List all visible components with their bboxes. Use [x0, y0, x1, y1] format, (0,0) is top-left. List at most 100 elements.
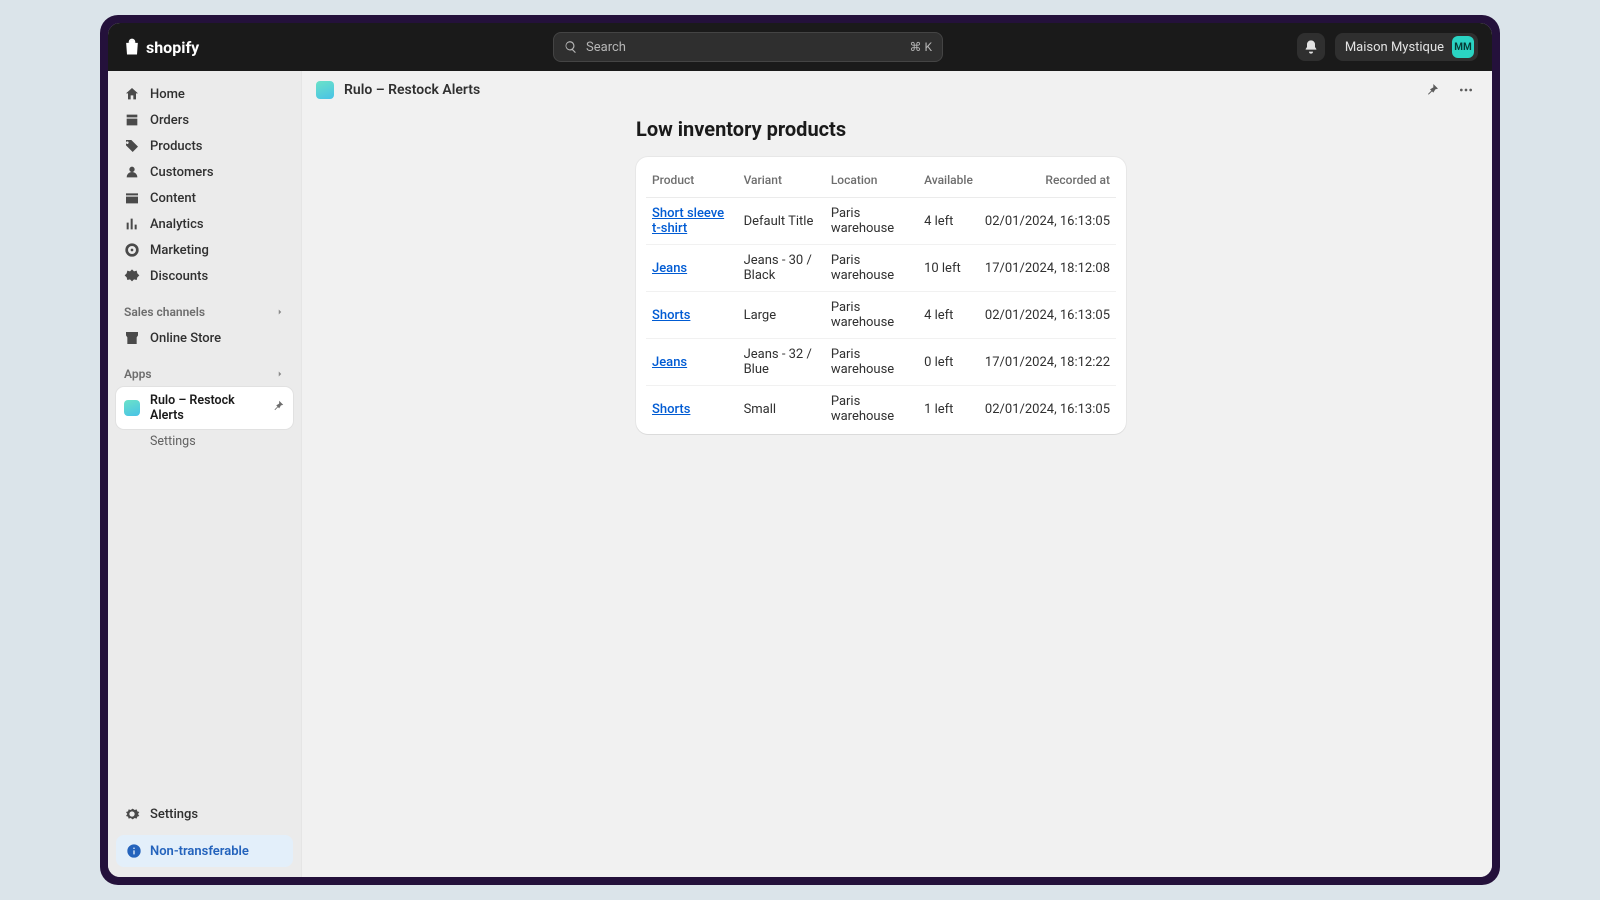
more-horizontal-icon	[1458, 82, 1474, 98]
sidebar-item-customers[interactable]: Customers	[116, 159, 293, 185]
section-label: Apps	[124, 367, 152, 381]
sales-channels-header[interactable]: Sales channels	[116, 299, 293, 325]
product-link[interactable]: Shorts	[652, 308, 690, 323]
cell-recorded: 02/01/2024, 16:13:05	[979, 198, 1116, 245]
page-header: Rulo – Restock Alerts	[302, 75, 1492, 105]
analytics-icon	[124, 216, 140, 232]
tag-icon	[124, 138, 140, 154]
product-link[interactable]: Jeans	[652, 355, 687, 370]
pin-icon	[1424, 82, 1440, 98]
brand-name: shopify	[146, 38, 199, 57]
table-row: Jeans Jeans - 30 / BlackParis warehouse10…	[646, 245, 1116, 292]
table-row: Shorts SmallParis warehouse1 left02/01/20…	[646, 386, 1116, 433]
sidebar-item-online-store[interactable]: Online Store	[116, 325, 293, 351]
search-icon	[564, 40, 578, 54]
cell-location: Paris warehouse	[825, 245, 918, 292]
col-product: Product	[646, 163, 738, 198]
sidebar-item-label: Settings	[150, 434, 196, 449]
search-placeholder: Search	[586, 40, 901, 55]
chevron-right-icon	[275, 307, 285, 317]
sidebar-item-label: Settings	[150, 807, 198, 822]
sidebar-item-label: Marketing	[150, 243, 209, 258]
notifications-button[interactable]	[1297, 33, 1325, 61]
cell-location: Paris warehouse	[825, 198, 918, 245]
sidebar-item-analytics[interactable]: Analytics	[116, 211, 293, 237]
chevron-right-icon	[275, 369, 285, 379]
col-variant: Variant	[738, 163, 825, 198]
cell-recorded: 17/01/2024, 18:12:08	[979, 245, 1116, 292]
avatar: MM	[1452, 36, 1474, 58]
brand-logo[interactable]: shopify	[122, 36, 199, 58]
more-actions-button[interactable]	[1454, 78, 1478, 102]
sidebar-item-label: Customers	[150, 165, 214, 180]
cell-recorded: 17/01/2024, 18:12:22	[979, 339, 1116, 386]
shopify-bag-icon	[122, 36, 142, 58]
store-menu[interactable]: Maison Mystique MM	[1335, 33, 1478, 61]
low-inventory-table: Product Variant Location Available Recor…	[646, 163, 1116, 432]
cell-available: 4 left	[918, 292, 979, 339]
cell-location: Paris warehouse	[825, 339, 918, 386]
low-inventory-card: Product Variant Location Available Recor…	[636, 157, 1126, 434]
app-icon	[124, 400, 140, 416]
sidebar-item-content[interactable]: Content	[116, 185, 293, 211]
search-input[interactable]: Search ⌘ K	[553, 32, 943, 62]
sidebar-app-rulo[interactable]: Rulo – Restock Alerts	[116, 387, 293, 429]
bell-icon	[1303, 39, 1319, 55]
sidebar-item-orders[interactable]: Orders	[116, 107, 293, 133]
store-icon	[124, 330, 140, 346]
sidebar-item-label: Discounts	[150, 269, 208, 284]
content-icon	[124, 190, 140, 206]
col-recorded: Recorded at	[979, 163, 1116, 198]
orders-icon	[124, 112, 140, 128]
breadcrumb: Rulo – Restock Alerts	[344, 82, 480, 98]
info-icon	[126, 843, 142, 859]
table-row: Short sleeve t-shirt Default TitleParis w…	[646, 198, 1116, 245]
cell-variant: Jeans - 32 / Blue	[738, 339, 825, 386]
home-icon	[124, 86, 140, 102]
product-link[interactable]: Jeans	[652, 261, 687, 276]
cell-variant: Small	[738, 386, 825, 433]
cell-available: 4 left	[918, 198, 979, 245]
cell-available: 0 left	[918, 339, 979, 386]
cell-location: Paris warehouse	[825, 386, 918, 433]
store-name: Maison Mystique	[1345, 40, 1444, 55]
cell-recorded: 02/01/2024, 16:13:05	[979, 292, 1116, 339]
cell-available: 1 left	[918, 386, 979, 433]
cell-recorded: 02/01/2024, 16:13:05	[979, 386, 1116, 433]
cell-variant: Default Title	[738, 198, 825, 245]
col-location: Location	[825, 163, 918, 198]
pin-button[interactable]	[271, 399, 285, 417]
cell-variant: Jeans - 30 / Black	[738, 245, 825, 292]
sidebar-item-label: Orders	[150, 113, 189, 128]
app-label: Rulo – Restock Alerts	[150, 393, 261, 423]
sidebar-item-home[interactable]: Home	[116, 81, 293, 107]
product-link[interactable]: Shorts	[652, 402, 690, 417]
table-row: Jeans Jeans - 32 / BlueParis warehouse0 l…	[646, 339, 1116, 386]
sidebar-item-label: Home	[150, 87, 185, 102]
cell-location: Paris warehouse	[825, 292, 918, 339]
topbar: shopify Search ⌘ K Maison Mystique MM	[108, 23, 1492, 71]
col-available: Available	[918, 163, 979, 198]
sidebar-app-settings[interactable]: Settings	[116, 429, 293, 454]
non-transferable-label: Non-transferable	[150, 844, 249, 859]
cell-variant: Large	[738, 292, 825, 339]
product-link[interactable]: Short sleeve t-shirt	[652, 206, 724, 236]
sidebar-item-discounts[interactable]: Discounts	[116, 263, 293, 289]
person-icon	[124, 164, 140, 180]
pin-icon	[271, 399, 285, 413]
sidebar-item-products[interactable]: Products	[116, 133, 293, 159]
search-shortcut: ⌘ K	[910, 40, 933, 54]
non-transferable-banner[interactable]: Non-transferable	[116, 835, 293, 867]
sidebar-item-label: Online Store	[150, 331, 221, 346]
sidebar-item-marketing[interactable]: Marketing	[116, 237, 293, 263]
section-label: Sales channels	[124, 305, 205, 319]
pin-page-button[interactable]	[1420, 78, 1444, 102]
apps-header[interactable]: Apps	[116, 361, 293, 387]
table-row: Shorts LargeParis warehouse4 left02/01/20…	[646, 292, 1116, 339]
gear-icon	[124, 806, 140, 822]
sidebar-item-label: Analytics	[150, 217, 204, 232]
sidebar-item-settings[interactable]: Settings	[116, 801, 293, 827]
cell-available: 10 left	[918, 245, 979, 292]
app-icon	[316, 81, 334, 99]
target-icon	[124, 242, 140, 258]
